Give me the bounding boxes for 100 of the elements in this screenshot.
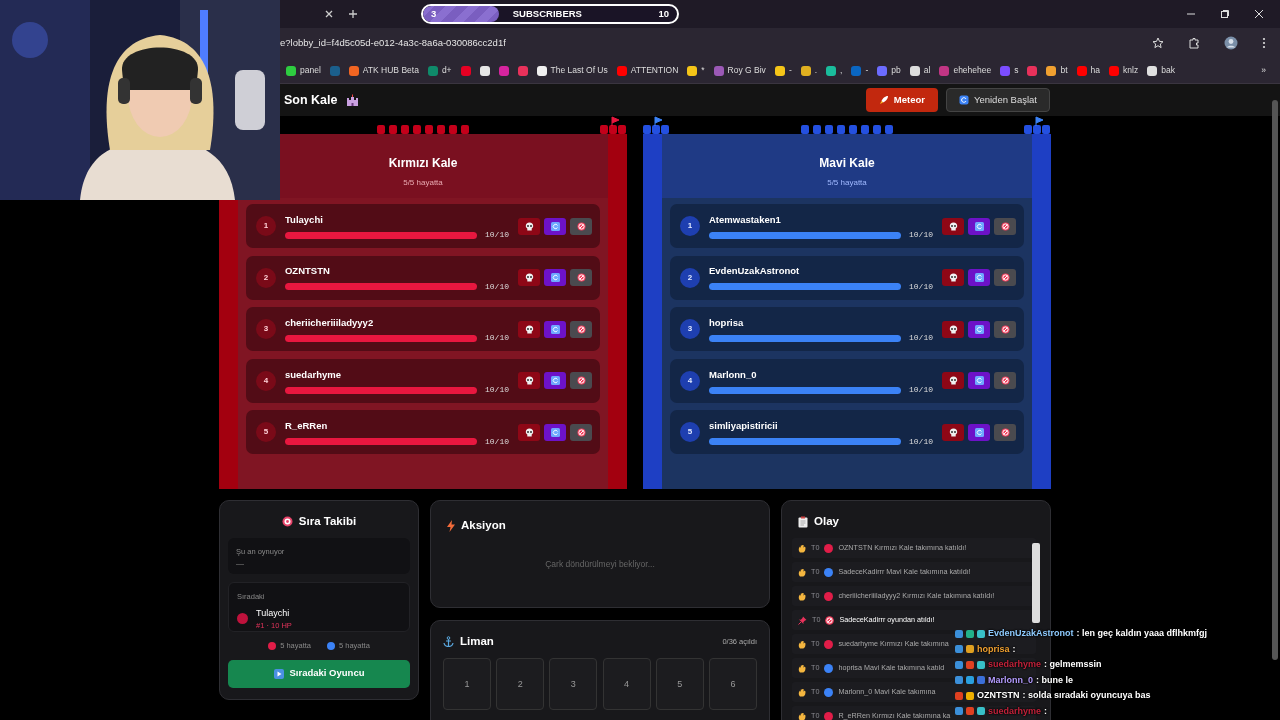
ban-button[interactable] xyxy=(570,372,592,390)
chat-username: EvdenUzakAstronot xyxy=(988,627,1074,640)
bookmark-link[interactable]: bt xyxy=(1060,64,1068,77)
anchor-icon xyxy=(443,636,454,648)
health-text: 10/10 xyxy=(909,384,933,396)
ban-button[interactable] xyxy=(570,269,592,287)
refresh-icon xyxy=(974,376,984,386)
skull-icon xyxy=(524,221,534,231)
swap-button[interactable] xyxy=(968,423,990,441)
bookmark-icon[interactable] xyxy=(536,65,547,76)
bookmark-link[interactable]: ATK HUB Beta xyxy=(362,64,419,77)
kill-button[interactable] xyxy=(942,372,964,390)
kill-button[interactable] xyxy=(942,423,964,441)
kill-button[interactable] xyxy=(942,217,964,235)
swap-button[interactable] xyxy=(544,320,566,338)
more-bookmarks-button[interactable]: » xyxy=(1261,64,1266,77)
ban-button[interactable] xyxy=(570,423,592,441)
harbor-cell[interactable]: 6 xyxy=(708,658,757,711)
skull-icon xyxy=(524,427,534,437)
skull-icon xyxy=(948,273,958,283)
swap-button[interactable] xyxy=(968,269,990,287)
bookmark-link[interactable]: , xyxy=(840,64,843,77)
kill-button[interactable] xyxy=(518,320,540,338)
kill-button[interactable] xyxy=(942,269,964,287)
swap-button[interactable] xyxy=(968,372,990,390)
ban-button[interactable] xyxy=(994,423,1016,441)
ban-button[interactable] xyxy=(994,320,1016,338)
kill-button[interactable] xyxy=(518,372,540,390)
bookmark-link[interactable]: ehehehee xyxy=(953,64,992,77)
kill-button[interactable] xyxy=(518,423,540,441)
swap-button[interactable] xyxy=(968,217,990,235)
swap-button[interactable] xyxy=(544,217,566,235)
bookmark-link[interactable]: - xyxy=(788,64,792,77)
scrollbar[interactable] xyxy=(1032,543,1040,623)
harbor-cell[interactable]: 2 xyxy=(496,658,545,711)
avatar-icon[interactable] xyxy=(1224,36,1238,50)
bookmark-link[interactable]: - xyxy=(865,64,869,77)
star-icon[interactable] xyxy=(1152,37,1164,49)
puzzle-icon[interactable] xyxy=(1188,37,1200,49)
bookmark-link[interactable]: The Last Of Us xyxy=(550,64,608,77)
ban-icon xyxy=(1000,427,1010,437)
bookmark-icon[interactable] xyxy=(479,65,490,76)
health-text: 10/10 xyxy=(909,280,933,293)
bookmark-link[interactable]: s xyxy=(1014,64,1019,77)
next-player-button[interactable]: Sıradaki Oyuncu xyxy=(228,659,410,688)
ban-button[interactable] xyxy=(570,217,592,235)
menu-icon[interactable] xyxy=(1262,37,1266,49)
skull-icon xyxy=(524,376,534,386)
current-value: — xyxy=(236,557,245,570)
ban-button[interactable] xyxy=(994,269,1016,287)
ban-button[interactable] xyxy=(570,320,592,338)
bookmark-link[interactable]: . xyxy=(814,64,818,77)
bookmark-link[interactable]: ATTENTION xyxy=(630,64,679,77)
bookmark-link[interactable]: ha xyxy=(1090,64,1101,77)
swap-button[interactable] xyxy=(544,269,566,287)
bookmark-link[interactable]: * xyxy=(701,64,705,77)
ban-button[interactable] xyxy=(994,217,1016,235)
swap-button[interactable] xyxy=(544,423,566,441)
health-text: 10/10 xyxy=(485,229,509,242)
panel-title: Liman xyxy=(460,634,494,649)
ban-button[interactable] xyxy=(994,372,1016,390)
bookmark-icon[interactable] xyxy=(800,65,811,76)
harbor-cell[interactable]: 5 xyxy=(655,658,704,711)
bookmark-icon[interactable] xyxy=(687,65,698,76)
ban-icon xyxy=(825,615,835,625)
harbor-cell[interactable]: 3 xyxy=(549,658,598,711)
swap-button[interactable] xyxy=(968,320,990,338)
close-icon[interactable] xyxy=(324,9,334,19)
chat-message: : xyxy=(1012,642,1016,656)
swap-button[interactable] xyxy=(544,372,566,390)
bookmark-link[interactable]: bak xyxy=(1161,64,1175,77)
harbor-cell[interactable]: 4 xyxy=(602,658,651,711)
page-scrollbar[interactable] xyxy=(1272,100,1278,660)
refresh-icon xyxy=(974,273,984,283)
new-tab-icon[interactable] xyxy=(348,9,358,19)
kill-button[interactable] xyxy=(518,269,540,287)
bookmark-link[interactable]: Roy G Biv xyxy=(727,64,766,77)
restore-icon[interactable] xyxy=(1220,9,1230,19)
bookmark-link[interactable]: al xyxy=(923,64,931,77)
harbor-cell[interactable]: 1 xyxy=(443,658,491,711)
kill-button[interactable] xyxy=(942,320,964,338)
bookmark-icon[interactable] xyxy=(826,65,837,76)
player-name: Marlonn_0 xyxy=(709,369,758,380)
bookmark-link[interactable]: knlz xyxy=(1123,64,1139,77)
bookmark-icon[interactable] xyxy=(1046,65,1057,76)
bookmark-icon[interactable] xyxy=(286,65,296,76)
bookmark-icon[interactable] xyxy=(1147,65,1158,76)
bookmark-link[interactable]: pb xyxy=(891,64,901,77)
url-text[interactable]: e?lobby_id=f4d5c05d-e012-4a3c-8a6a-030086cc2d1f xyxy=(280,35,506,51)
bookmark-link[interactable]: d+ xyxy=(441,64,452,77)
bookmark-icon[interactable] xyxy=(909,65,920,76)
close-icon[interactable] xyxy=(1254,9,1264,19)
meteor-button[interactable]: Meteor xyxy=(865,87,938,113)
kill-button[interactable] xyxy=(518,217,540,235)
restart-button[interactable]: Yeniden Başlat xyxy=(945,87,1050,113)
bookmark-link[interactable]: panel xyxy=(300,64,321,77)
ban-icon xyxy=(1000,273,1010,283)
refresh-icon xyxy=(550,427,560,437)
bookmark-icon[interactable] xyxy=(774,65,785,76)
ban-icon xyxy=(576,427,586,437)
